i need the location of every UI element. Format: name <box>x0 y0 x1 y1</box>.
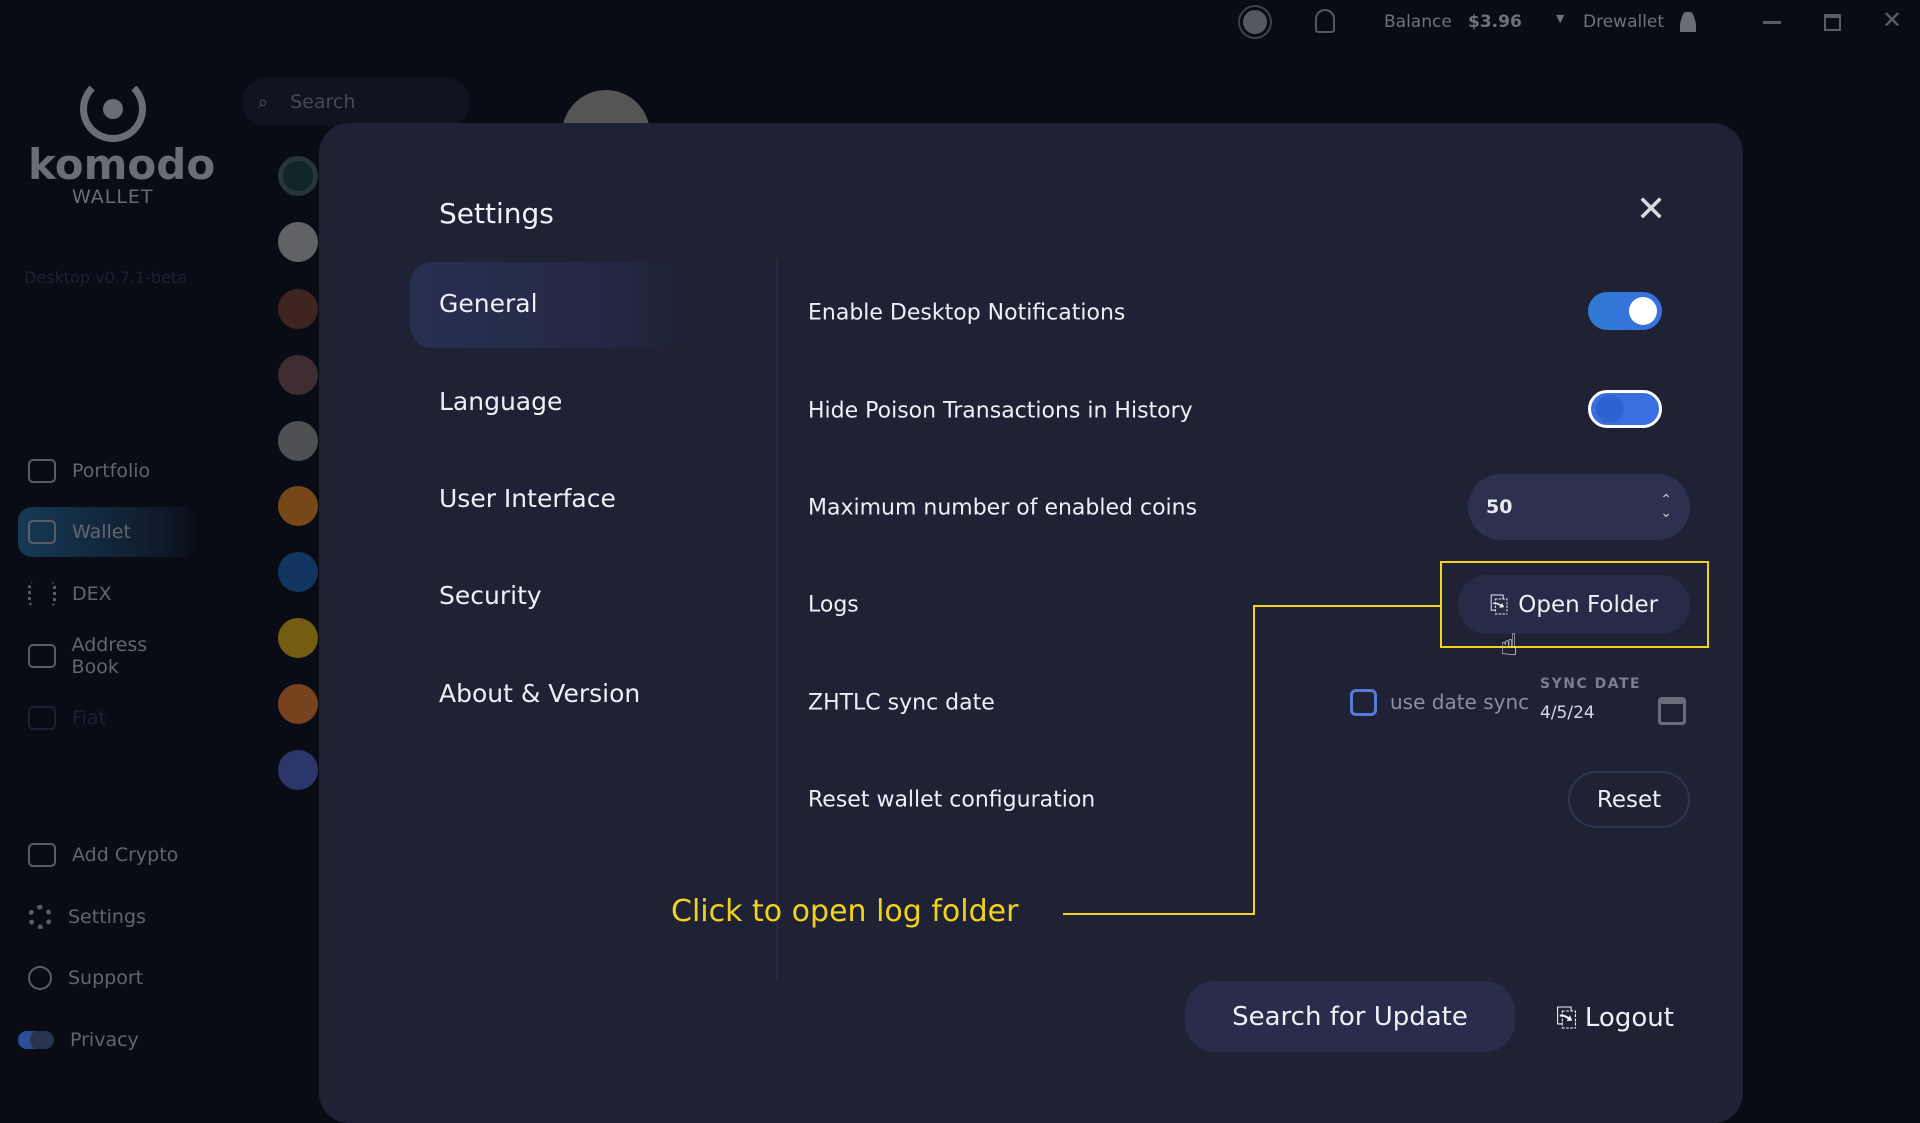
search-icon: ⌕ <box>258 91 269 113</box>
balance-value: $3.96 <box>1468 12 1522 32</box>
logs-label: Logs <box>808 592 859 618</box>
sidebar-item-add-crypto[interactable]: Add Crypto <box>18 830 198 880</box>
account-dropdown-caret-icon[interactable]: ▼ <box>1556 12 1564 25</box>
logout-label: Logout <box>1584 1003 1674 1033</box>
address-book-icon <box>28 644 56 668</box>
notifications-label: Enable Desktop Notifications <box>808 300 1126 326</box>
notifications-toggle[interactable] <box>1588 292 1662 330</box>
tab-about-version[interactable]: About & Version <box>439 679 640 708</box>
sidebar-item-settings[interactable]: Settings <box>18 892 198 942</box>
search-placeholder: Search <box>290 91 356 113</box>
sun-icon[interactable] <box>1243 10 1267 34</box>
reset-button[interactable]: Reset <box>1568 771 1690 828</box>
sidebar-item-label: Privacy <box>70 1029 139 1051</box>
zhtlc-label: ZHTLC sync date <box>808 690 995 716</box>
avatar-coin-icon[interactable] <box>278 355 318 395</box>
search-input[interactable]: ⌕ Search <box>242 78 470 126</box>
version-text: Desktop v0.7.1-beta <box>24 268 188 287</box>
wallet-icon <box>28 520 56 544</box>
sidebar-item-label: Fiat <box>72 707 106 729</box>
close-dialog-icon[interactable]: ✕ <box>1636 192 1666 228</box>
sidebar-item-label: DEX <box>72 583 112 605</box>
logo-text: komodo <box>28 140 216 189</box>
chevron-updown-icon: ⌃ ⌄ <box>1660 492 1672 521</box>
poison-label: Hide Poison Transactions in History <box>808 398 1193 424</box>
use-date-sync-checkbox[interactable] <box>1350 689 1377 716</box>
panda-coin-icon[interactable] <box>278 222 318 262</box>
open-folder-label: Open Folder <box>1518 591 1659 618</box>
privacy-toggle[interactable] <box>18 1031 54 1049</box>
reset-label: Reset wallet configuration <box>808 787 1096 813</box>
annotation-text: Click to open log folder <box>671 894 1019 929</box>
dex-icon <box>28 582 56 606</box>
sidebar-item-privacy[interactable]: Privacy <box>8 1015 188 1065</box>
sidebar-item-address-book[interactable]: Address Book <box>18 631 198 681</box>
sidebar-item-label: Settings <box>68 906 146 928</box>
digibyte-icon[interactable] <box>278 552 318 592</box>
toggle-knob <box>1629 297 1657 325</box>
annotation-line <box>1063 913 1255 915</box>
mouse-cursor-icon: ☝ <box>1500 628 1519 663</box>
bank-icon <box>28 843 56 867</box>
close-window-icon[interactable]: ✕ <box>1882 6 1902 34</box>
sync-date-label: SYNC DATE <box>1540 676 1642 692</box>
tab-general[interactable]: General <box>439 289 538 318</box>
max-coins-label: Maximum number of enabled coins <box>808 495 1198 521</box>
fiat-icon <box>28 706 56 730</box>
divider <box>776 258 778 980</box>
logout-button[interactable]: ⎘ Logout <box>1545 995 1685 1041</box>
gear-icon <box>28 905 52 929</box>
user-icon[interactable] <box>1680 12 1696 32</box>
max-coins-value: 50 <box>1486 496 1513 518</box>
tab-user-interface[interactable]: User Interface <box>439 484 616 513</box>
bell-icon[interactable] <box>1315 9 1335 33</box>
yellow-coin-icon[interactable] <box>278 618 318 658</box>
open-folder-button[interactable]: ⎘ Open Folder <box>1458 575 1690 634</box>
sync-date-value[interactable]: 4/5/24 <box>1540 703 1595 723</box>
sidebar-item-label: Wallet <box>72 521 131 543</box>
komodo-logo-dot <box>103 99 123 119</box>
portfolio-icon <box>28 459 56 483</box>
shiba-icon[interactable] <box>278 684 318 724</box>
sidebar-item-label: Portfolio <box>72 460 151 482</box>
max-coins-select[interactable]: 50 ⌃ ⌄ <box>1468 474 1690 540</box>
tab-language[interactable]: Language <box>439 387 562 416</box>
poison-toggle[interactable] <box>1588 390 1662 428</box>
sidebar-item-support[interactable]: Support <box>18 953 198 1003</box>
tab-security[interactable]: Security <box>439 581 542 610</box>
dialog-title: Settings <box>439 197 554 230</box>
bitcoin-icon[interactable] <box>278 486 318 526</box>
komodo-coin-icon[interactable] <box>278 156 318 196</box>
sidebar-item-fiat[interactable]: Fiat <box>18 693 198 743</box>
open-folder-icon: ⎘ <box>1489 591 1509 618</box>
logo-subtext: WALLET <box>72 186 154 208</box>
maximize-icon[interactable] <box>1824 14 1841 31</box>
sidebar-item-dex[interactable]: DEX <box>18 569 198 619</box>
sidebar-item-portfolio[interactable]: Portfolio <box>18 446 198 496</box>
balance-label: Balance <box>1384 12 1452 32</box>
minimize-icon[interactable] <box>1763 21 1781 24</box>
toggle-knob <box>1596 395 1624 423</box>
annotation-line <box>1253 606 1255 915</box>
litecoin-icon[interactable] <box>278 421 318 461</box>
use-date-sync-label: use date sync <box>1390 690 1530 714</box>
sidebar-item-wallet[interactable]: Wallet <box>18 507 198 557</box>
sidebar-item-label: Add Crypto <box>72 844 179 866</box>
support-icon <box>28 966 52 990</box>
calendar-icon[interactable] <box>1658 697 1686 725</box>
avatar-coin-icon[interactable] <box>278 289 318 329</box>
sidebar-item-label: Address Book <box>71 634 148 678</box>
logout-icon: ⎘ <box>1556 1002 1577 1033</box>
ethereum-icon[interactable] <box>278 750 318 790</box>
sidebar-item-label: Support <box>68 967 144 989</box>
search-for-update-button[interactable]: Search for Update <box>1185 981 1515 1052</box>
account-name[interactable]: Drewallet <box>1583 12 1664 32</box>
annotation-line <box>1253 605 1440 607</box>
